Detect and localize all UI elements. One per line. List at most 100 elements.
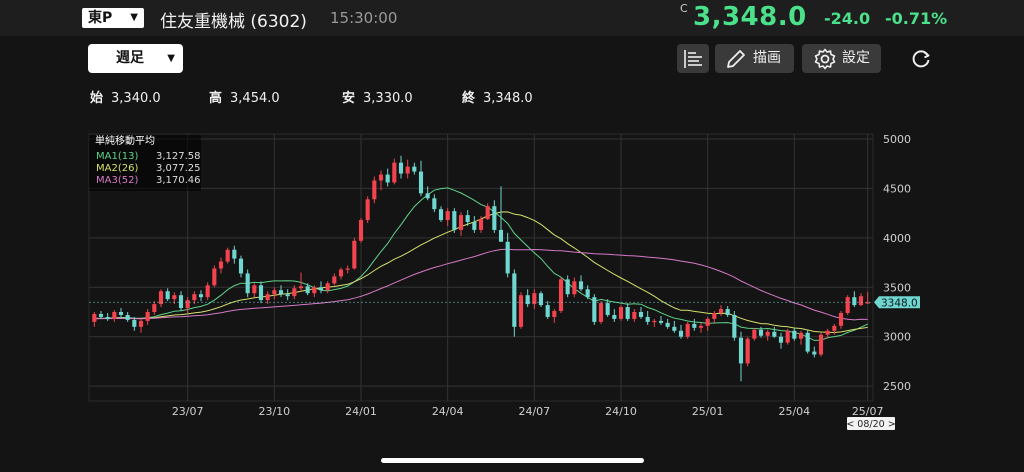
- candle-body: [692, 323, 697, 328]
- candle-body: [665, 322, 670, 327]
- candle-body: [745, 338, 750, 364]
- candle-body: [212, 268, 217, 286]
- candle-body: [325, 283, 330, 291]
- legend-title: 単純移動平均: [95, 136, 155, 147]
- candle-body: [712, 312, 717, 319]
- candle-body: [798, 332, 804, 339]
- candle-body: [385, 174, 390, 183]
- candle-body: [498, 229, 504, 242]
- candle-body: [418, 171, 424, 194]
- candle-body: [472, 222, 477, 230]
- y-tick-label: 5000: [883, 133, 911, 146]
- candlestick-chart[interactable]: 5000 4500 4000 3500 3000 2500 23/07 23/10 24/01 2…: [0, 0, 1024, 472]
- candle-body: [618, 307, 624, 319]
- candle-body: [818, 334, 824, 355]
- candle-body: [778, 336, 784, 343]
- candle-body: [278, 290, 284, 295]
- candle-body: [565, 279, 570, 295]
- candle-body: [785, 330, 790, 343]
- candle-body: [205, 285, 210, 298]
- candle-body: [152, 304, 157, 312]
- candle-body: [125, 314, 130, 320]
- candle-body: [478, 219, 484, 230]
- candle-body: [305, 286, 310, 294]
- candle-body: [685, 323, 690, 337]
- candle-body: [258, 285, 264, 301]
- candle-body: [352, 240, 357, 269]
- candle-body: [538, 293, 544, 306]
- candle-body: [845, 297, 850, 313]
- y-tick-label: 4500: [883, 182, 911, 195]
- candle-body: [705, 318, 710, 326]
- candle-body: [112, 312, 117, 319]
- candle-body: [452, 211, 457, 230]
- candle-body: [645, 316, 650, 322]
- candle-body: [198, 294, 204, 298]
- candle-body: [512, 273, 517, 327]
- candle-body: [558, 279, 564, 312]
- candle-body: [392, 162, 397, 183]
- candle-body: [165, 291, 170, 300]
- candle-body: [585, 289, 590, 298]
- candle-body: [518, 295, 524, 327]
- ma-line-1: [94, 187, 868, 341]
- candle-body: [792, 330, 797, 339]
- candle-body: [412, 166, 417, 172]
- candle-body: [218, 261, 224, 269]
- candle-body: [345, 268, 350, 270]
- candle-body: [252, 285, 257, 294]
- candle-body: [98, 313, 104, 317]
- candle-body: [338, 269, 344, 277]
- candle-body: [425, 193, 430, 199]
- candle-body: [232, 249, 237, 259]
- candle-body: [465, 215, 470, 223]
- candle-body: [552, 311, 557, 317]
- x-tick-label: 23/10: [258, 405, 290, 418]
- candle-body: [758, 329, 764, 336]
- candle-body: [145, 312, 150, 321]
- y-tick-label: 3500: [883, 281, 911, 294]
- candle-body: [245, 273, 250, 294]
- candle-body: [772, 331, 777, 337]
- home-indicator[interactable]: [381, 458, 644, 463]
- candle-body: [178, 295, 184, 309]
- candle-body: [438, 209, 444, 221]
- candle-body: [718, 309, 724, 313]
- candle-body: [458, 215, 464, 230]
- candle-body: [805, 332, 810, 352]
- candle-body: [485, 206, 490, 220]
- candle-body: [192, 294, 197, 301]
- candle-body: [358, 220, 364, 241]
- candle-body: [672, 326, 677, 331]
- candle-body: [172, 295, 177, 300]
- candle-body: [632, 312, 637, 319]
- candle-body: [852, 297, 857, 306]
- candle-body: [578, 281, 584, 290]
- x-tick-label: 24/04: [432, 405, 464, 418]
- candle-body: [765, 331, 770, 336]
- candle-body: [118, 312, 124, 315]
- candle-body: [752, 329, 757, 339]
- candle-body: [445, 211, 450, 221]
- candle-body: [812, 351, 817, 355]
- candle-body: [698, 325, 704, 328]
- last-price-label: 3348.0: [881, 297, 918, 309]
- candle-body: [638, 312, 644, 317]
- candle-body: [378, 174, 384, 181]
- legend-item-ma3: MA3(52) 3,170.46: [96, 175, 201, 186]
- candle-body: [332, 276, 337, 284]
- candle-body: [432, 198, 437, 210]
- candle-body: [398, 162, 404, 174]
- x-tick-label: 24/01: [345, 405, 377, 418]
- candle-body: [625, 307, 630, 319]
- candle-body: [285, 294, 290, 297]
- legend-item-ma2: MA2(26) 3,077.25: [96, 163, 201, 174]
- candle-body: [838, 312, 844, 326]
- candle-body: [185, 300, 190, 309]
- candle-body: [138, 320, 144, 327]
- candle-body: [652, 320, 657, 323]
- candle-body: [405, 166, 410, 174]
- candle-body: [525, 295, 530, 305]
- date-marker: < 08/20 >: [846, 419, 895, 430]
- candle-body: [292, 288, 297, 297]
